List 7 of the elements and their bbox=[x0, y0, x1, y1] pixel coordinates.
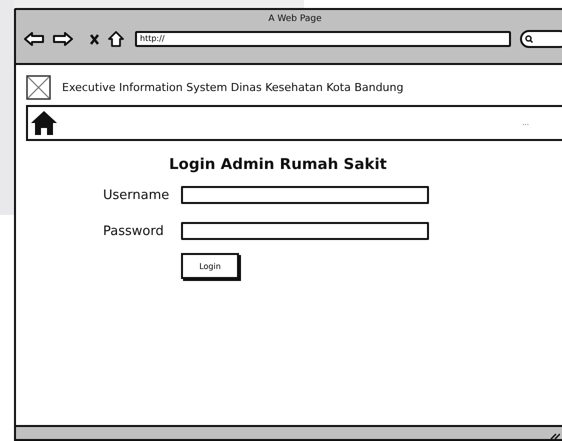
system-title: Executive Information System Dinas Kesehatan Kota Bandung bbox=[62, 81, 404, 94]
field-label: Password bbox=[103, 224, 165, 238]
login-button[interactable]: Login bbox=[181, 253, 239, 279]
address-field[interactable]: http:// bbox=[135, 31, 511, 47]
window-title: A Web Page bbox=[268, 14, 322, 24]
field-label: Username bbox=[103, 188, 170, 202]
form-title: Login Admin Rumah Sakit bbox=[169, 155, 388, 173]
